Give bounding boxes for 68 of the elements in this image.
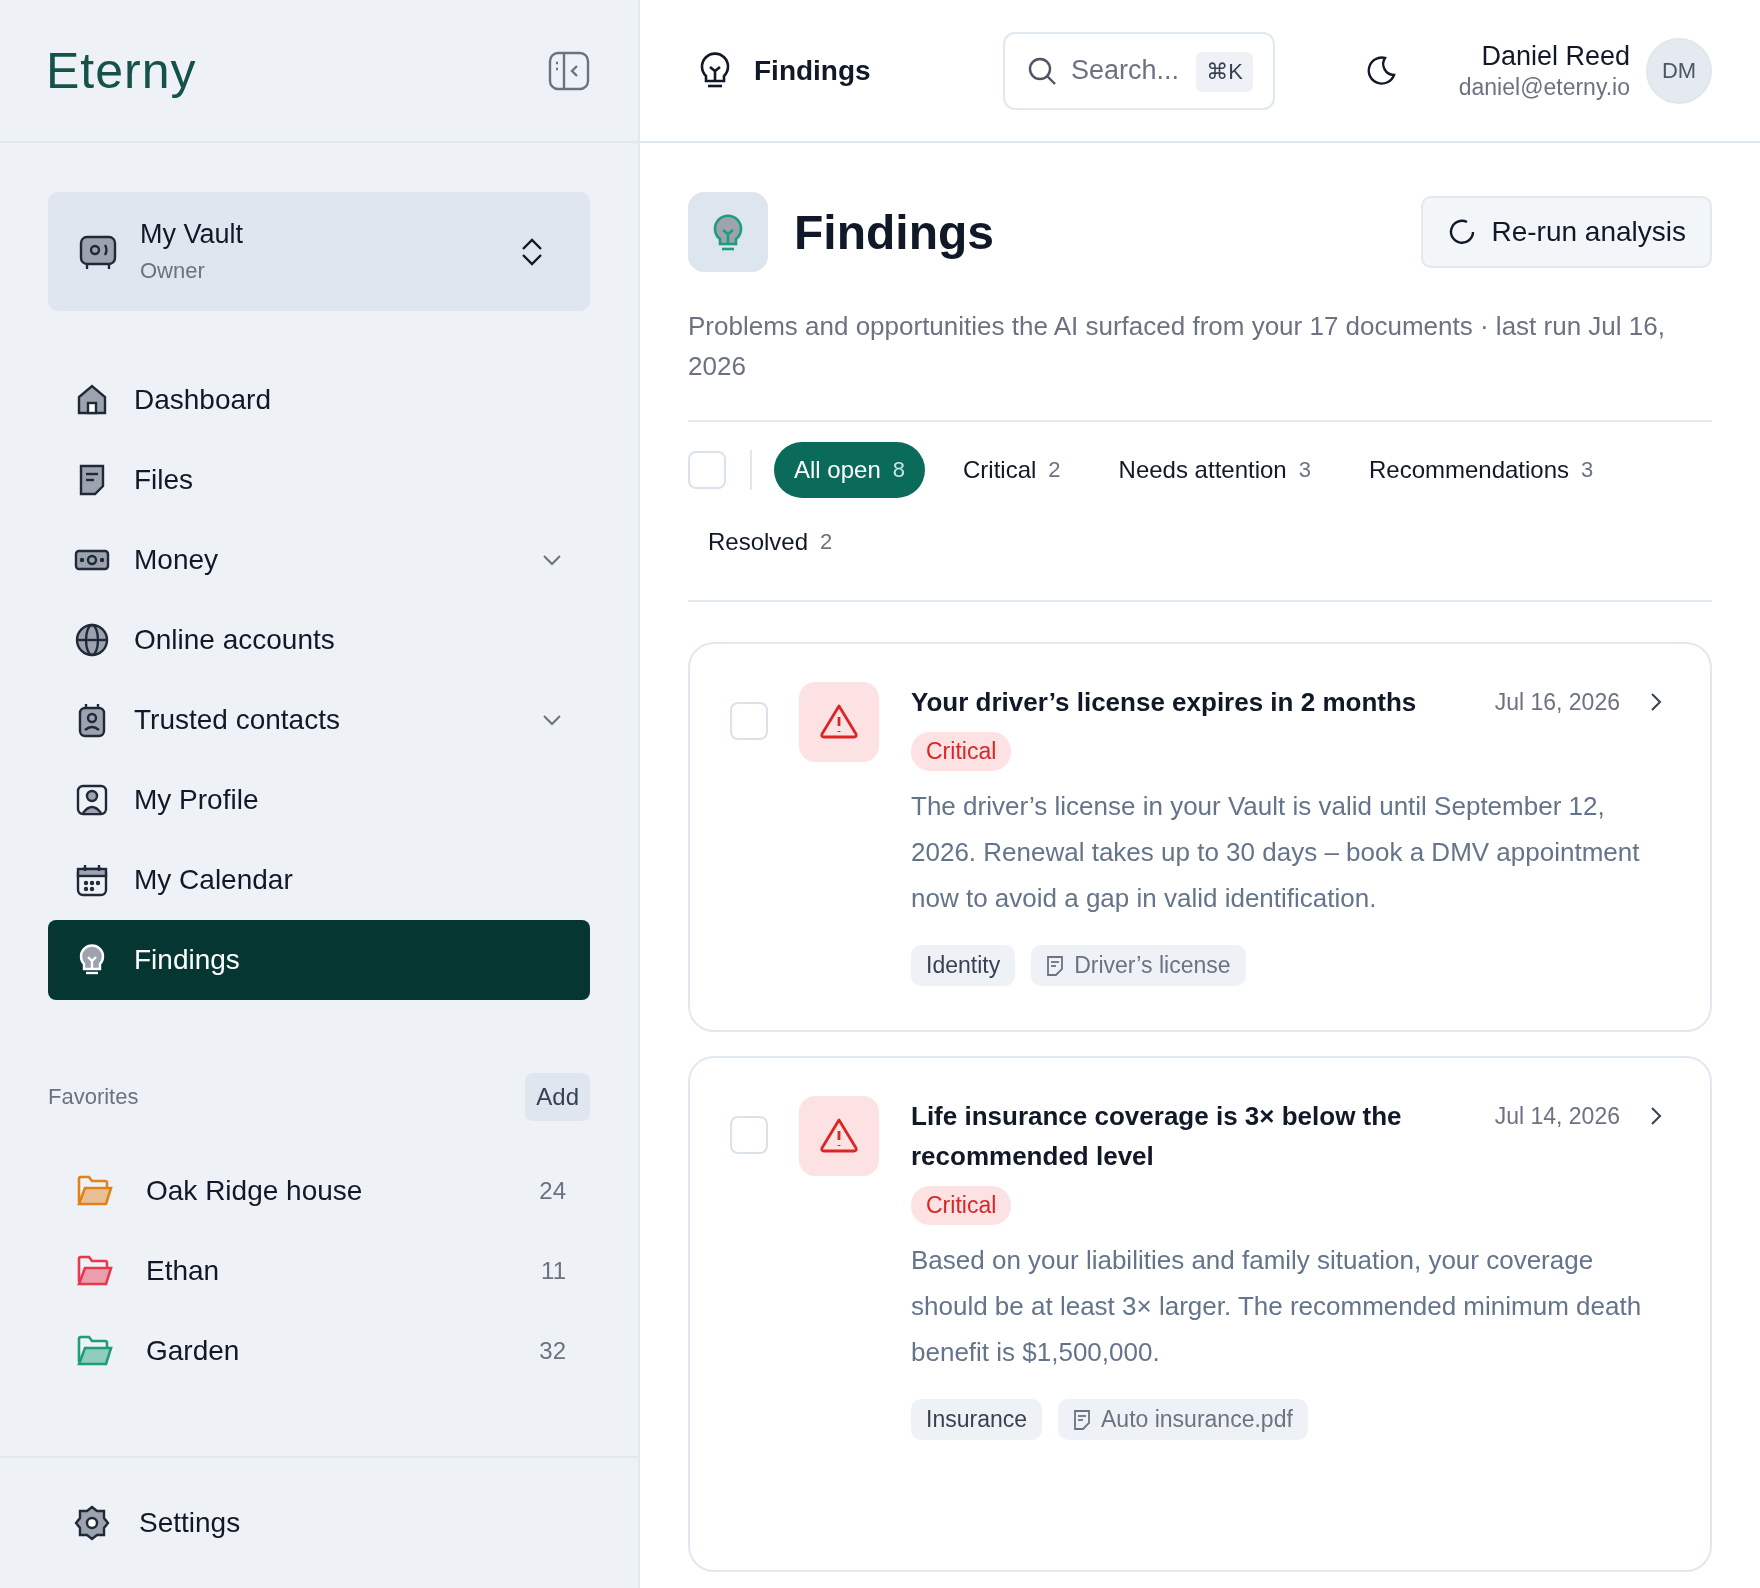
chevron-right-icon[interactable] <box>1650 1106 1662 1126</box>
filter-tab[interactable]: Resolved 2 <box>688 514 853 570</box>
finding-date: Jul 14, 2026 <box>1494 1102 1620 1131</box>
logo: Eterny <box>46 41 197 100</box>
finding-checkbox[interactable] <box>730 702 768 740</box>
finding-date: Jul 16, 2026 <box>1494 688 1620 717</box>
finding-card[interactable] <box>688 642 1712 1032</box>
shortcut-hint: ⌘K <box>1196 51 1253 92</box>
vault-role: Owner <box>140 258 206 284</box>
severity-badge: Critical <box>911 732 1012 771</box>
finding-title: Your driver’s license expires in 2 months <box>911 686 1418 719</box>
document-icon <box>1073 1408 1091 1431</box>
user-name: Daniel Reed <box>1481 40 1630 72</box>
sidebar-toggle-icon[interactable] <box>548 50 590 91</box>
page-title: Findings <box>794 204 995 260</box>
nav-item[interactable]: Money <box>48 520 590 600</box>
settings-icon <box>73 1504 111 1542</box>
header-title: Findings <box>754 54 871 87</box>
nav-item[interactable]: Findings <box>48 920 590 1000</box>
section-heading: Favorites <box>48 1084 139 1110</box>
profile-icon <box>74 782 110 818</box>
globe-icon <box>74 622 110 658</box>
nav-item[interactable]: Dashboard <box>48 360 590 440</box>
page-description: Problems and opportunities the AI surfaced from your 17 documents · last run Jul 16, 2026 <box>688 306 1712 422</box>
nav-item[interactable]: Files <box>48 440 590 520</box>
nav-item[interactable]: Trusted contacts <box>48 680 590 760</box>
chevron-down-icon <box>542 714 562 726</box>
select-all-checkbox[interactable] <box>688 451 726 489</box>
item-count: 24 <box>539 1177 566 1205</box>
finding-card[interactable] <box>688 1056 1712 1572</box>
settings-item[interactable]: Settings <box>0 1458 638 1588</box>
filter-tab[interactable]: Critical 2 <box>943 442 1081 498</box>
search-icon <box>1027 55 1057 86</box>
lightbulb-icon <box>688 192 768 272</box>
category-tag: Identity <box>911 945 1016 986</box>
favorite-item[interactable]: Garden 32 <box>48 1311 590 1391</box>
filter-tab[interactable]: Needs attention 3 <box>1098 442 1331 498</box>
add-button[interactable]: Add <box>525 1073 590 1121</box>
vault-switcher[interactable]: My Vault Owner <box>48 192 590 311</box>
nav-item[interactable]: My Calendar <box>48 840 590 920</box>
item-count: 32 <box>539 1337 566 1365</box>
finding-description: Based on your liabilities and family situation, your coverage should be at least 3× larger. The recommended minimum death benefit is $1,500,000. <box>911 1244 1643 1369</box>
finding-description: The driver’s license in your Vault is valid until September 12, 2026. Renewal takes up to 30 days – book a DMV appointment now to avoid a gap in valid identification. <box>911 790 1641 915</box>
vault-name: My Vault <box>140 219 245 250</box>
favorite-item[interactable]: Ethan 11 <box>48 1231 590 1311</box>
favorite-item[interactable]: Oak Ridge house 24 <box>48 1151 590 1231</box>
warning-icon <box>799 1096 879 1176</box>
rerun-analysis-button[interactable]: Re-run analysis <box>1421 196 1712 268</box>
document-icon <box>1046 954 1065 977</box>
category-tag: Insurance <box>911 1399 1042 1440</box>
nav-item[interactable]: Online accounts <box>48 600 590 680</box>
severity-badge: Critical <box>911 1186 1012 1225</box>
warning-icon <box>799 682 879 762</box>
document-chip[interactable]: Driver’s license <box>1031 945 1246 986</box>
finding-checkbox[interactable] <box>730 1116 768 1154</box>
filter-tab[interactable]: All open 8 <box>774 442 925 498</box>
avatar[interactable]: DM <box>1646 37 1712 104</box>
moon-icon[interactable] <box>1365 54 1397 87</box>
document-chip[interactable]: Auto insurance.pdf <box>1058 1399 1308 1440</box>
calendar-icon <box>74 862 110 898</box>
user-email: daniel@eterny.io <box>1458 73 1630 101</box>
item-count: 11 <box>541 1257 566 1285</box>
chevron-right-icon[interactable] <box>1650 692 1662 712</box>
filter-tab[interactable]: Recommendations 3 <box>1348 442 1614 498</box>
chevron-updown-icon <box>520 236 544 267</box>
nav-item[interactable]: My Profile <box>48 760 590 840</box>
chevron-down-icon <box>542 554 562 566</box>
finding-title: Life insurance coverage is 3× below the recommended level <box>911 1100 1403 1173</box>
